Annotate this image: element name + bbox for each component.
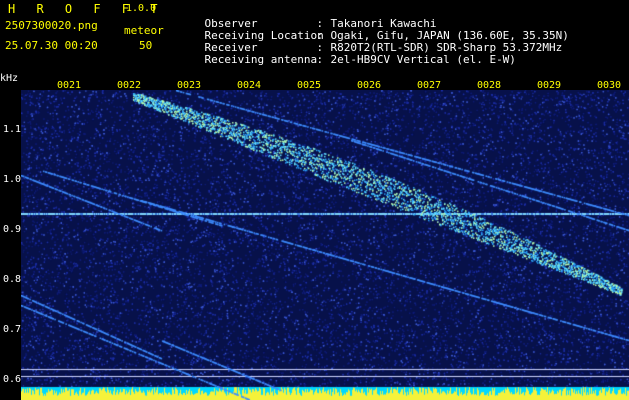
spectrogram-canvas [21,90,629,400]
info-label: Receiving antenna [204,53,318,66]
y-axis-unit: kHz [0,73,19,84]
capture-count: 50 [139,39,153,52]
y-tick-label: 0.9 [3,224,22,235]
y-tick-label: 0.7 [3,324,22,335]
y-tick-label: 1.1 [3,124,22,135]
info-value: 2el-HB9CV Vertical (el. E-W) [330,53,516,66]
capture-filename: 2507300020.png [5,19,98,32]
y-tick-label: 0.6 [3,374,22,385]
info-antenna: Receiving antenna: 2el-HB9CV Vertical (el… [204,53,516,66]
app-version: 1.0.0 [126,3,157,14]
y-tick-label: 1.0 [3,174,22,185]
header-panel: H R O F F T 1.0.0 2507300020.png meteor … [0,0,629,78]
capture-kind: meteor [124,24,164,37]
y-tick-label: 0.8 [3,274,22,285]
capture-timestamp: 25.07.30 00:20 [5,39,98,52]
